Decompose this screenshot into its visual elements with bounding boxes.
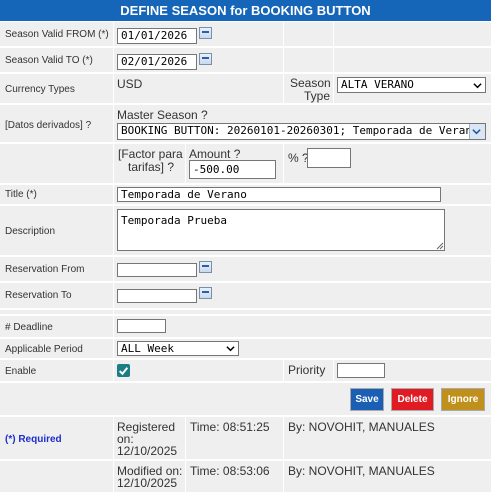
title-strong: BOOKING BUTTON bbox=[251, 3, 371, 18]
row-registered: (*) Required Registered on: 12/10/2025 T… bbox=[0, 417, 491, 460]
registered-by: By: NOVOHIT, MANUALES bbox=[288, 420, 435, 434]
applicable-period-select[interactable]: ALL Week bbox=[117, 341, 239, 356]
reservation-from-input[interactable] bbox=[117, 263, 197, 277]
chevron-down-icon bbox=[226, 346, 235, 352]
enable-label: Enable bbox=[5, 366, 37, 377]
row-derived: [Datos derivados] ? Master Season ? BOOK… bbox=[0, 105, 491, 143]
modified-date: 12/10/2025 bbox=[117, 476, 178, 490]
row-title: Title (*) Temporada de Verano bbox=[0, 185, 491, 205]
deadline-label: # Deadline bbox=[5, 322, 53, 333]
amount-label: Amount ? bbox=[189, 147, 241, 161]
season-type-value: ALTA VERANO bbox=[341, 78, 414, 91]
description-textarea[interactable]: Temporada Prueba bbox=[117, 209, 445, 251]
valid-to-label: Season Valid TO (*) bbox=[5, 55, 93, 66]
row-reservation-from: Reservation From bbox=[0, 257, 491, 282]
reservation-from-label: Reservation From bbox=[5, 264, 85, 275]
priority-input[interactable] bbox=[337, 363, 385, 378]
row-valid-from: Season Valid FROM (*) 01/01/2026 bbox=[0, 22, 491, 47]
season-type-label-2: Type bbox=[304, 89, 331, 103]
derived-label: [Datos derivados] ? bbox=[5, 120, 92, 131]
chevron-down-icon bbox=[472, 129, 481, 135]
master-season-value: BOOKING BUTTON: 20260101-20260301; Tempo… bbox=[121, 124, 485, 137]
season-type-label-1: Season bbox=[290, 76, 331, 90]
save-button[interactable]: Save bbox=[350, 388, 384, 411]
calendar-icon[interactable] bbox=[199, 287, 212, 299]
enable-checkbox[interactable] bbox=[117, 364, 130, 377]
row-reservation-to: Reservation To bbox=[0, 283, 491, 309]
registered-date: 12/10/2025 bbox=[117, 444, 178, 458]
percent-label: % ? bbox=[288, 151, 309, 165]
title-input[interactable]: Temporada de Verano bbox=[117, 187, 441, 202]
applicable-period-value: ALL Week bbox=[121, 342, 174, 355]
calendar-icon[interactable] bbox=[199, 261, 212, 273]
required-note: (*) Required bbox=[5, 434, 62, 445]
reservation-to-input[interactable] bbox=[117, 289, 197, 303]
calendar-icon[interactable] bbox=[199, 27, 212, 39]
modified-time: Time: 08:53:06 bbox=[190, 464, 270, 478]
row-spacer bbox=[0, 310, 491, 315]
master-season-label: Master Season ? bbox=[117, 108, 208, 122]
calendar-icon[interactable] bbox=[199, 53, 212, 65]
valid-from-label: Season Valid FROM (*) bbox=[5, 29, 109, 40]
delete-button[interactable]: Delete bbox=[391, 388, 434, 411]
chevron-down-icon bbox=[473, 83, 482, 89]
master-season-select[interactable]: BOOKING BUTTON: 20260101-20260301; Tempo… bbox=[117, 123, 486, 140]
title-prefix: DEFINE SEASON for bbox=[120, 3, 252, 18]
percent-input[interactable] bbox=[307, 148, 351, 168]
deadline-input[interactable] bbox=[117, 319, 166, 333]
row-description: Description Temporada Prueba bbox=[0, 206, 491, 256]
row-deadline: # Deadline bbox=[0, 316, 491, 338]
amount-input[interactable]: -500.00 bbox=[189, 160, 276, 179]
priority-label: Priority bbox=[288, 363, 326, 377]
currency-label: Currency Types bbox=[5, 84, 75, 95]
row-modified: Modified on: 12/10/2025 Time: 08:53:06 B… bbox=[0, 461, 491, 492]
season-type-select[interactable]: ALTA VERANO bbox=[337, 77, 486, 93]
row-actions: Save Delete Ignore bbox=[0, 383, 491, 416]
currency-value: USD bbox=[117, 77, 143, 91]
row-valid-to: Season Valid TO (*) 02/01/2026 bbox=[0, 48, 491, 73]
check-icon bbox=[119, 367, 129, 376]
resize-handle-icon[interactable] bbox=[436, 242, 444, 250]
row-applicable: Applicable Period ALL Week bbox=[0, 339, 491, 359]
reservation-to-label: Reservation To bbox=[5, 290, 72, 301]
form-title: DEFINE SEASON for BOOKING BUTTON bbox=[0, 0, 491, 21]
modified-by: By: NOVOHIT, MANUALES bbox=[288, 464, 435, 478]
title-label: Title (*) bbox=[5, 189, 37, 200]
row-currency: Currency Types USD Season Type ALTA VERA… bbox=[0, 74, 491, 104]
row-enable: Enable Priority bbox=[0, 360, 491, 382]
registered-time: Time: 08:51:25 bbox=[190, 420, 270, 434]
factor-label-1: [Factor para bbox=[118, 147, 183, 161]
applicable-label: Applicable Period bbox=[5, 344, 83, 355]
row-factor: [Factor para tarifas] ? Amount ? -500.00… bbox=[0, 144, 491, 184]
description-label: Description bbox=[5, 226, 56, 237]
factor-label-2: tarifas] ? bbox=[128, 160, 175, 174]
valid-from-input[interactable]: 01/01/2026 bbox=[117, 28, 197, 44]
ignore-button[interactable]: Ignore bbox=[441, 388, 485, 411]
valid-to-input[interactable]: 02/01/2026 bbox=[117, 54, 197, 70]
